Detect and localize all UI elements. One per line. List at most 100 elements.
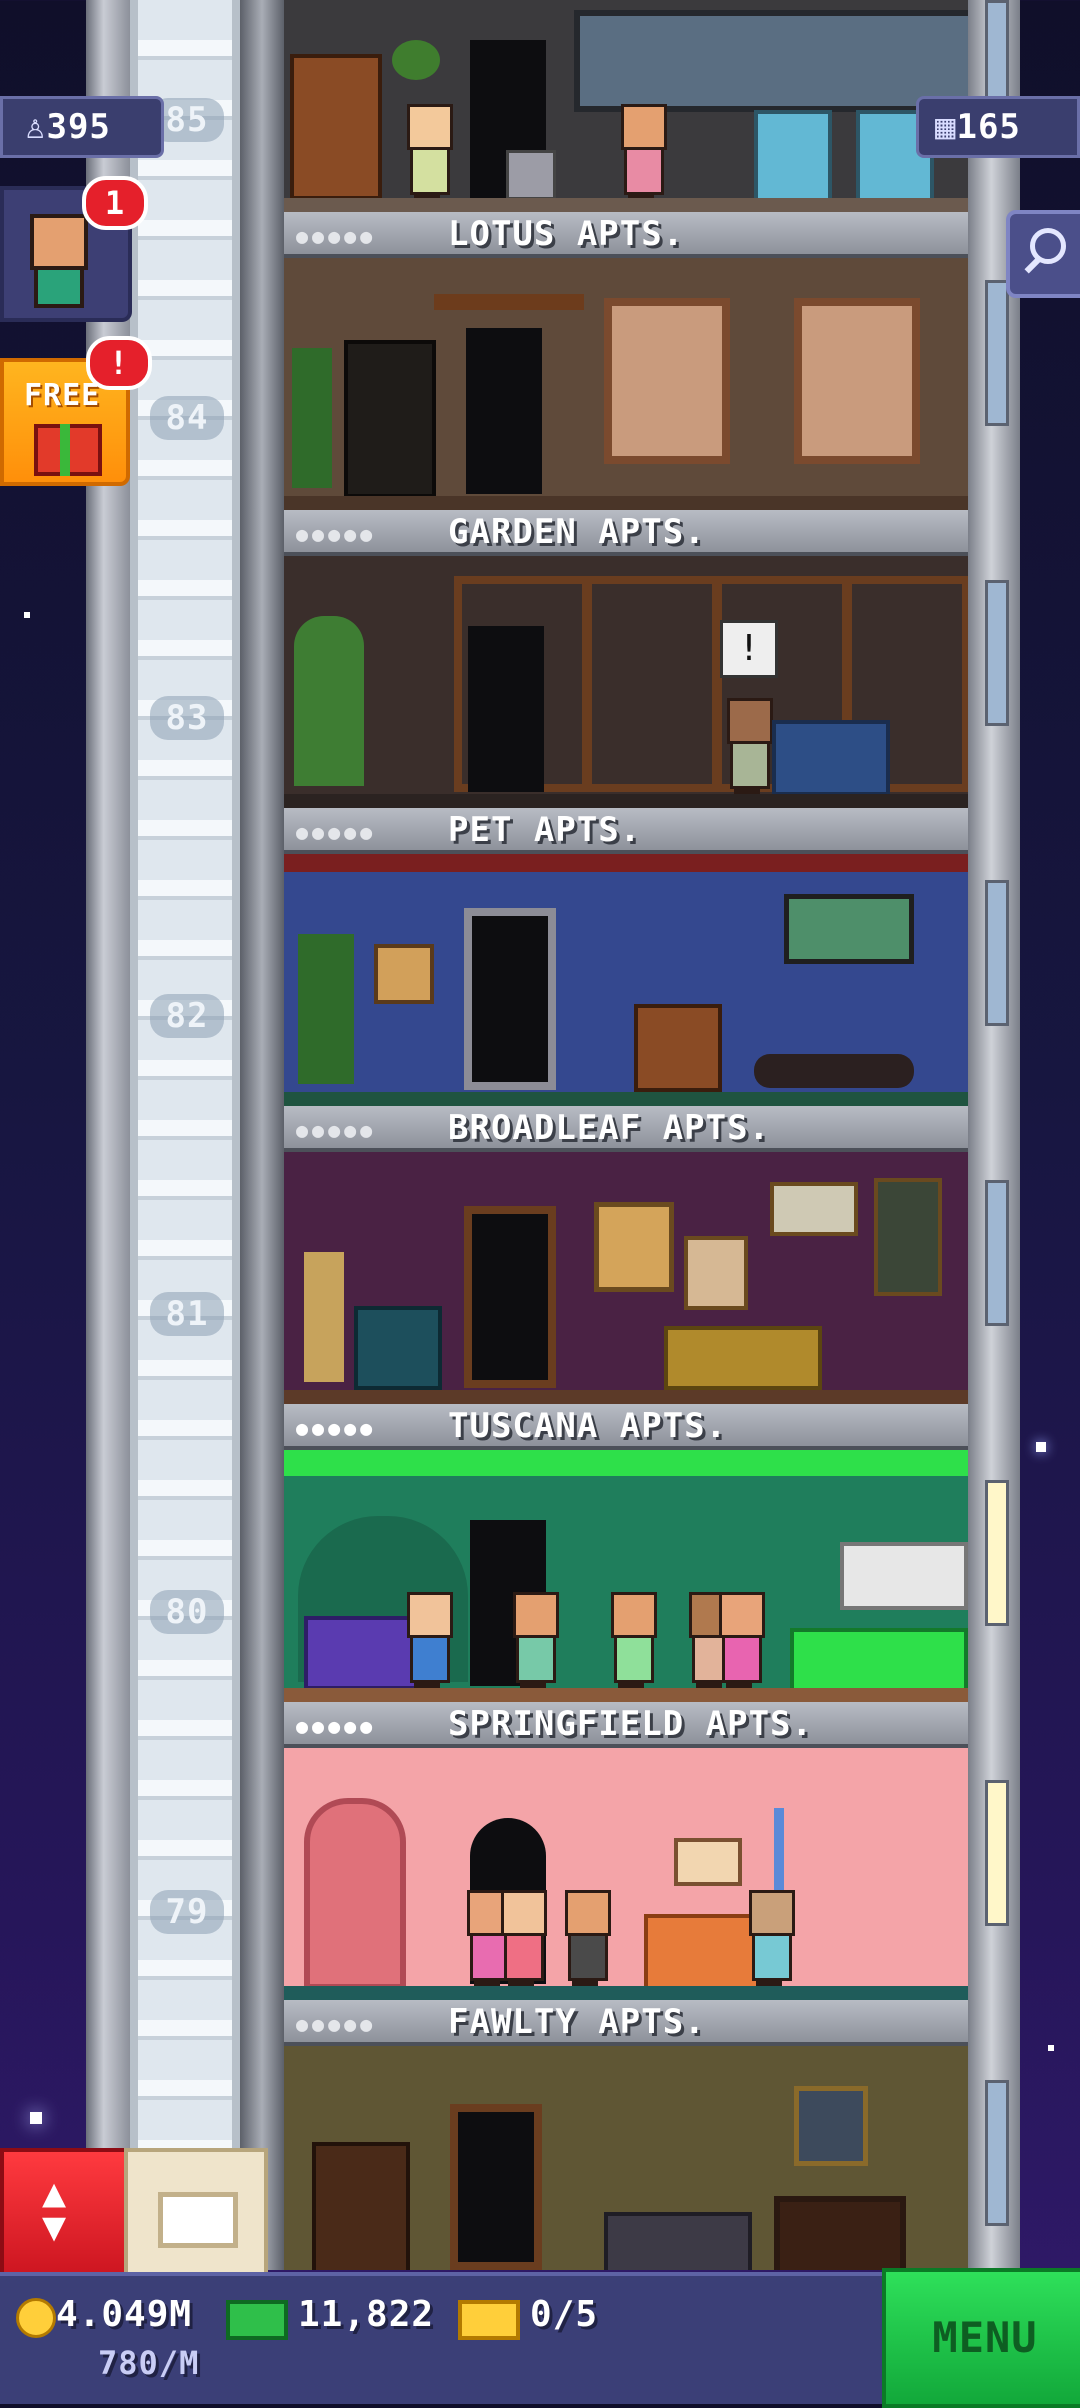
room[interactable] — [284, 258, 968, 510]
rating-dots: ●●●●● — [296, 522, 377, 546]
kitchen-counter — [790, 1628, 968, 1694]
search-button[interactable] — [1006, 210, 1080, 298]
floor-78[interactable]: ●●●●● FAWLTY APTS. — [284, 2000, 968, 2270]
population-counter[interactable]: ♙395 — [0, 96, 164, 158]
elevator-button[interactable]: ▲ ▼ — [0, 2148, 132, 2280]
floor-strip — [284, 496, 968, 510]
resident[interactable] — [608, 1592, 657, 1688]
ticket-icon — [458, 2300, 520, 2340]
room[interactable] — [284, 1450, 968, 1702]
room[interactable] — [284, 854, 968, 1106]
sleeping-pet[interactable] — [754, 1054, 914, 1088]
person-body — [34, 266, 84, 308]
door — [464, 1206, 556, 1388]
floor-79[interactable]: ●●●●● SPRINGFIELD APTS. — [284, 1702, 968, 2000]
resident[interactable] — [404, 1592, 453, 1688]
window — [794, 298, 920, 464]
resident[interactable] — [404, 104, 453, 200]
bookshelf — [344, 340, 436, 498]
picture-frame — [594, 1202, 674, 1292]
door — [450, 2104, 542, 2270]
floor-81[interactable]: ●●●●● BROADLEAF APTS. — [284, 1106, 968, 1404]
floor-name: LOTUS APTS. — [448, 214, 685, 254]
resident[interactable] — [716, 1592, 765, 1688]
wood-beam — [434, 294, 584, 310]
picture-frame — [770, 1182, 858, 1236]
elevator-rail — [240, 0, 284, 2270]
floor-label-bar: ●●●●● PET APTS. — [284, 808, 968, 854]
room[interactable] — [284, 1748, 968, 2000]
ceiling-trim — [284, 1450, 968, 1476]
person-icon — [30, 214, 88, 270]
floor-label-bar: ●●●●● BROADLEAF APTS. — [284, 1106, 968, 1152]
population-value: 395 — [46, 107, 111, 147]
floor-number: 80 — [150, 1590, 224, 1634]
rating-dots: ●●●●● — [296, 1714, 377, 1738]
floor-85-room[interactable] — [284, 0, 968, 212]
menu-button[interactable]: MENU — [882, 2268, 1080, 2408]
resident[interactable] — [510, 1592, 559, 1688]
gift-ribbon — [60, 424, 70, 476]
arched-door — [304, 1798, 406, 1990]
sofa — [604, 2212, 752, 2270]
floor-strip — [284, 1986, 968, 2000]
dresser — [634, 1004, 722, 1092]
wall-picture — [674, 1838, 742, 1886]
coin-rate-value: 780/M — [98, 2344, 200, 2382]
floor-strip — [284, 794, 968, 808]
lobby-button[interactable] — [124, 2148, 268, 2280]
tower-window — [985, 1180, 1009, 1326]
resident[interactable] — [498, 1890, 547, 1986]
cat[interactable] — [506, 150, 556, 200]
resident[interactable] — [724, 698, 773, 794]
potted-plant — [292, 348, 332, 488]
hanging-plant — [392, 40, 440, 80]
floor-82[interactable]: ●●●●● PET APTS. — [284, 808, 968, 1106]
floor-number: 82 — [150, 994, 224, 1038]
potted-plant — [298, 934, 354, 1084]
elevator-arrows-icon: ▲ ▼ — [42, 2170, 67, 2250]
aquarium — [784, 894, 914, 964]
picture-frame — [874, 1178, 942, 1296]
door — [468, 626, 544, 792]
floor-name: PET APTS. — [448, 810, 642, 850]
door — [466, 328, 542, 494]
floor-84[interactable]: ●●●●● LOTUS APTS. — [284, 212, 968, 510]
person-icon: ♙ — [25, 107, 47, 147]
floor-count-value: 165 — [956, 107, 1021, 147]
floor-name: TUSCANA APTS. — [448, 1406, 728, 1446]
room[interactable] — [284, 1152, 968, 1404]
tower-window — [985, 580, 1009, 726]
building-icon: ▦ — [935, 107, 957, 147]
fireplace — [774, 2196, 906, 2270]
potted-plant — [294, 616, 364, 786]
floor-counter[interactable]: ▦165 — [916, 96, 1080, 158]
tower-window — [985, 880, 1009, 1026]
floor-number: 81 — [150, 1292, 224, 1336]
room[interactable]: ! — [284, 556, 968, 808]
lobby-icon — [158, 2192, 238, 2248]
star — [24, 612, 30, 618]
floor-83[interactable]: ●●●●● GARDEN APTS. ! — [284, 510, 968, 808]
sofa — [772, 720, 890, 796]
floor-80[interactable]: ●●●●● TUSCANA APTS. — [284, 1404, 968, 1702]
bookshelf — [290, 54, 382, 200]
resident[interactable] — [746, 1890, 795, 1986]
floor-label-bar: ●●●●● TUSCANA APTS. — [284, 1404, 968, 1450]
floor-strip — [284, 1688, 968, 1702]
room[interactable] — [284, 2046, 968, 2270]
resident[interactable] — [562, 1890, 611, 1986]
rating-dots: ●●●●● — [296, 224, 377, 248]
picture-frame — [684, 1236, 748, 1310]
alert-bubble[interactable]: ! — [720, 620, 778, 678]
floor-label-bar: ●●●●● FAWLTY APTS. — [284, 2000, 968, 2046]
floor-label-bar: ●●●●● SPRINGFIELD APTS. — [284, 1702, 968, 1748]
sofa — [664, 1326, 822, 1390]
resident[interactable] — [618, 104, 667, 200]
bux-value: 11,822 — [298, 2294, 435, 2335]
floor-name: SPRINGFIELD APTS. — [448, 1704, 813, 1744]
free-label: FREE — [24, 378, 101, 413]
bux-icon — [226, 2300, 288, 2340]
floor-number: 79 — [150, 1890, 224, 1934]
armchair — [354, 1306, 442, 1390]
